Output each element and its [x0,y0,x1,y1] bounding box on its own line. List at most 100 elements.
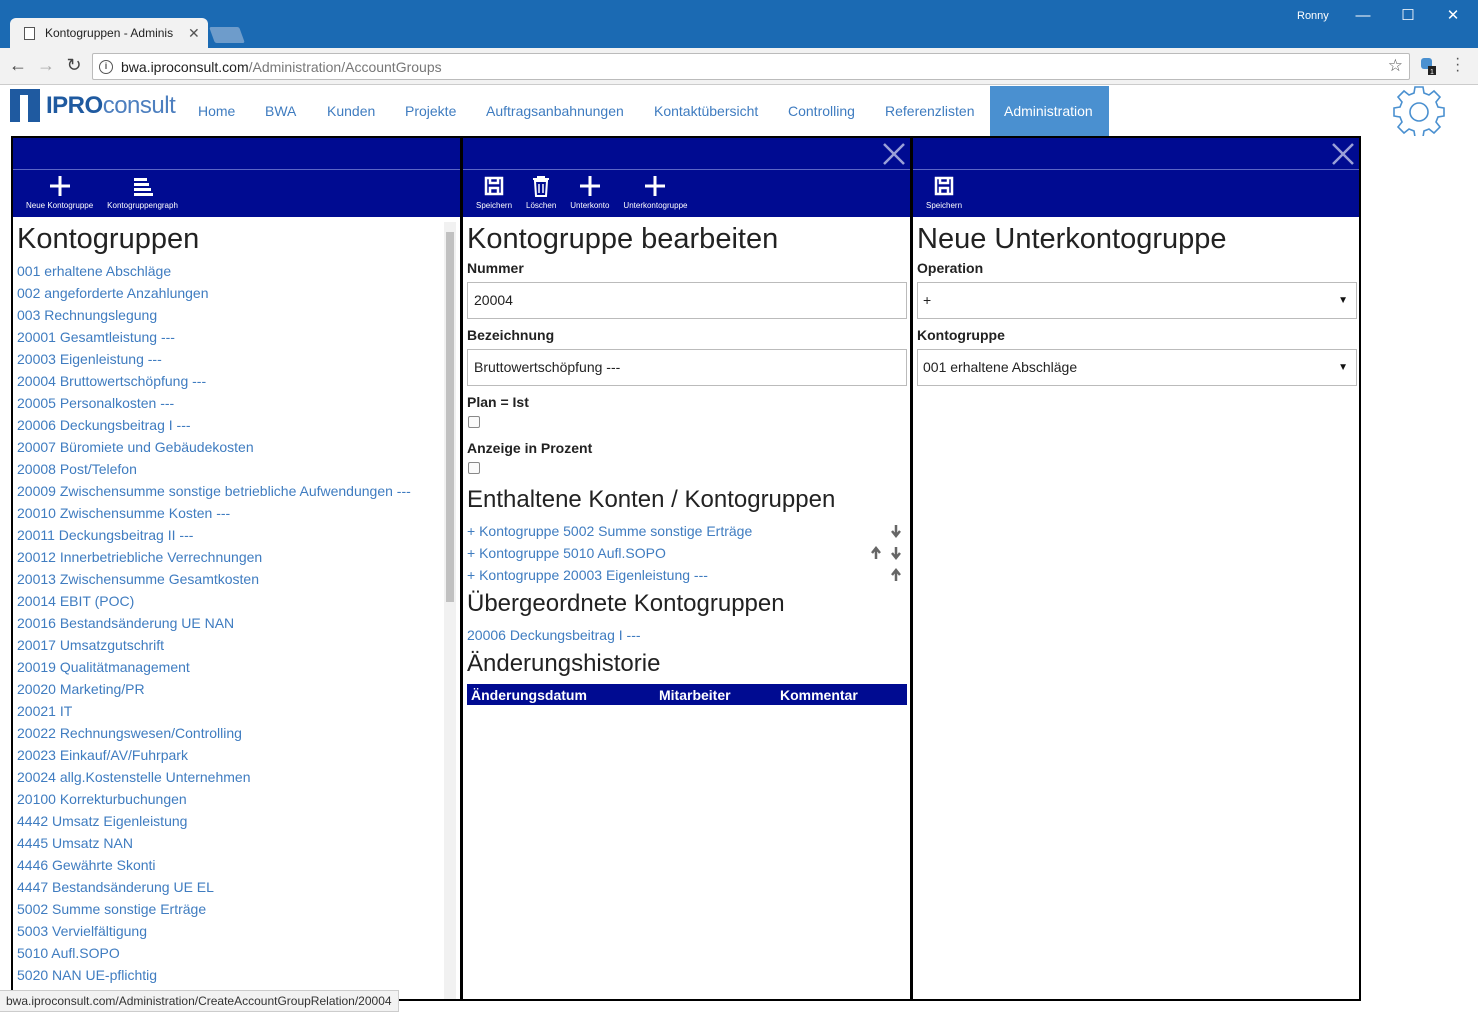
browser-menu-icon[interactable]: · · · [1455,51,1460,79]
operation-select[interactable]: + ▼ [917,282,1357,319]
bookmark-star-icon[interactable]: ☆ [1388,56,1403,76]
group-list-item[interactable]: 20003 Eigenleistung --- [17,348,456,370]
group-list-item[interactable]: 20022 Rechnungswesen/Controlling [17,722,456,744]
nav-kunden[interactable]: Kunden [313,86,389,136]
tab-close-icon[interactable]: ✕ [188,25,200,42]
page-title: Kontogruppe bearbeiten [467,223,779,255]
group-list-item[interactable]: 20011 Deckungsbeitrag II --- [17,524,456,546]
nav-projekte[interactable]: Projekte [391,86,470,136]
tool-label: Speichern [926,201,963,210]
group-list-item[interactable]: 20001 Gesamtleistung --- [17,326,456,348]
group-list-item[interactable]: 20007 Büromiete und Gebäudekosten [17,436,456,458]
close-icon[interactable] [880,140,908,168]
group-list-item[interactable]: 4446 Gewährte Skonti [17,854,456,876]
ipro-logo[interactable]: IPROconsult [10,89,176,122]
group-list-item[interactable]: 5003 Vervielfältigung [17,920,456,942]
reload-icon[interactable]: ↻ [62,55,86,76]
delete-button[interactable]: Löschen [519,170,563,217]
extension-icon[interactable]: 1 [1420,57,1436,75]
history-col-date[interactable]: Änderungsdatum [467,687,655,703]
group-list-item[interactable]: 4447 Bestandsänderung UE EL [17,876,456,898]
group-list-item[interactable]: 20014 EBIT (POC) [17,590,456,612]
close-icon[interactable] [1329,140,1357,168]
scrollbar[interactable] [444,222,456,999]
nav-referenzlisten[interactable]: Referenzlisten [871,86,989,136]
history-title: Änderungshistorie [467,650,661,677]
address-bar[interactable]: i bwa.iproconsult.com /Administration/Ac… [92,53,1410,80]
panel-toolbar: Neue Kontogruppe Kontogruppengraph [13,170,460,217]
settings-gear-icon[interactable] [1388,86,1450,136]
arrow-up-icon[interactable] [870,545,882,561]
save-button[interactable]: Speichern [919,170,969,217]
group-list-item[interactable]: 20012 Innerbetriebliche Verrechnungen [17,546,456,568]
group-list-item[interactable]: 20017 Umsatzgutschrift [17,634,456,656]
bezeichnung-input[interactable]: Bruttowertschöpfung --- [467,349,907,386]
nav-home[interactable]: Home [184,86,249,136]
group-list-item[interactable]: 20005 Personalkosten --- [17,392,456,414]
add-subaccount-button[interactable]: Unterkonto [563,170,616,217]
group-list-item[interactable]: 20016 Bestandsänderung UE NAN [17,612,456,634]
tool-label: Unterkonto [570,201,610,210]
nav-bwa[interactable]: BWA [251,86,310,136]
maximize-icon[interactable]: ☐ [1388,4,1428,28]
plan-ist-checkbox[interactable] [468,416,480,428]
contained-item: + Kontogruppe 5010 Aufl.SOPO [467,542,906,564]
panel-body: Kontogruppen 001 erhaltene Abschläge 002 … [13,217,460,992]
nav-controlling[interactable]: Controlling [774,86,869,136]
add-subgroup-button[interactable]: Unterkontogruppe [616,170,694,217]
history-col-comment[interactable]: Kommentar [776,687,858,703]
group-list-item[interactable]: 20023 Einkauf/AV/Fuhrpark [17,744,456,766]
forward-icon[interactable]: → [34,55,58,76]
parent-link[interactable]: 20006 Deckungsbeitrag I --- [467,627,641,643]
group-list-item[interactable]: 20020 Marketing/PR [17,678,456,700]
anzeige-prozent-checkbox[interactable] [468,462,480,474]
arrow-down-icon[interactable] [890,545,902,561]
contained-link[interactable]: + Kontogruppe 5002 Summe sonstige Erträg… [467,523,752,539]
stack-icon [133,178,153,196]
group-list-item[interactable]: 20021 IT [17,700,456,722]
group-list-item[interactable]: 002 angeforderte Anzahlungen [17,282,456,304]
contained-link[interactable]: + Kontogruppe 20003 Eigenleistung --- [467,567,708,583]
new-group-button[interactable]: Neue Kontogruppe [19,170,100,217]
group-list-item[interactable]: 20013 Zwischensumme Gesamtkosten [17,568,456,590]
group-list-item[interactable]: 5010 Aufl.SOPO [17,942,456,964]
group-list-item[interactable]: 20019 Qualitätmanagement [17,656,456,678]
parent-item: 20006 Deckungsbeitrag I --- [467,624,906,646]
group-graph-button[interactable]: Kontogruppengraph [100,170,185,217]
nav-administration[interactable]: Administration [990,86,1109,136]
info-icon[interactable]: i [99,59,113,74]
back-icon[interactable]: ← [6,55,30,76]
new-tab-button[interactable] [209,27,245,43]
group-list-item[interactable]: 20008 Post/Telefon [17,458,456,480]
window-close-icon[interactable]: ✕ [1433,4,1473,28]
kontogruppe-select[interactable]: 001 erhaltene Abschläge ▼ [917,349,1357,386]
bezeichnung-label: Bezeichnung [467,327,555,343]
arrow-up-icon[interactable] [890,567,902,583]
browser-tab[interactable]: Kontogruppen - Adminis ✕ [10,18,208,48]
profile-name[interactable]: Ronny [1297,10,1329,22]
scrollbar-thumb[interactable] [446,232,454,602]
dropdown-caret-icon: ▼ [1338,295,1348,306]
group-list-item[interactable]: 20024 allg.Kostenstelle Unternehmen [17,766,456,788]
nummer-input[interactable]: 20004 [467,282,907,319]
contained-link[interactable]: + Kontogruppe 5010 Aufl.SOPO [467,545,666,561]
contained-item: + Kontogruppe 20003 Eigenleistung --- [467,564,906,586]
group-list-item[interactable]: 20100 Korrekturbuchungen [17,788,456,810]
nav-kontaktuebersicht[interactable]: Kontaktübersicht [640,86,772,136]
group-list-item[interactable]: 003 Rechnungslegung [17,304,456,326]
save-button[interactable]: Speichern [469,170,519,217]
minimize-icon[interactable]: — [1343,4,1383,28]
group-list-item[interactable]: 5002 Summe sonstige Erträge [17,898,456,920]
group-list-item[interactable]: 20009 Zwischensumme sonstige betrieblich… [17,480,456,502]
group-list-item[interactable]: 001 erhaltene Abschläge [17,260,456,282]
group-list-item[interactable]: 4442 Umsatz Eigenleistung [17,810,456,832]
group-list-item[interactable]: 4445 Umsatz NAN [17,832,456,854]
group-list-item[interactable]: 5020 NAN UE-pflichtig [17,964,456,986]
group-list-item[interactable]: 20010 Zwischensumme Kosten --- [17,502,456,524]
group-list-item[interactable]: 20006 Deckungsbeitrag I --- [17,414,456,436]
panel-body: Kontogruppe bearbeiten Nummer 20004 Beze… [463,217,910,711]
history-col-employee[interactable]: Mitarbeiter [655,687,776,703]
group-list-item[interactable]: 20004 Bruttowertschöpfung --- [17,370,456,392]
arrow-down-icon[interactable] [890,523,902,539]
nav-auftragsanbahnungen[interactable]: Auftragsanbahnungen [472,86,638,136]
